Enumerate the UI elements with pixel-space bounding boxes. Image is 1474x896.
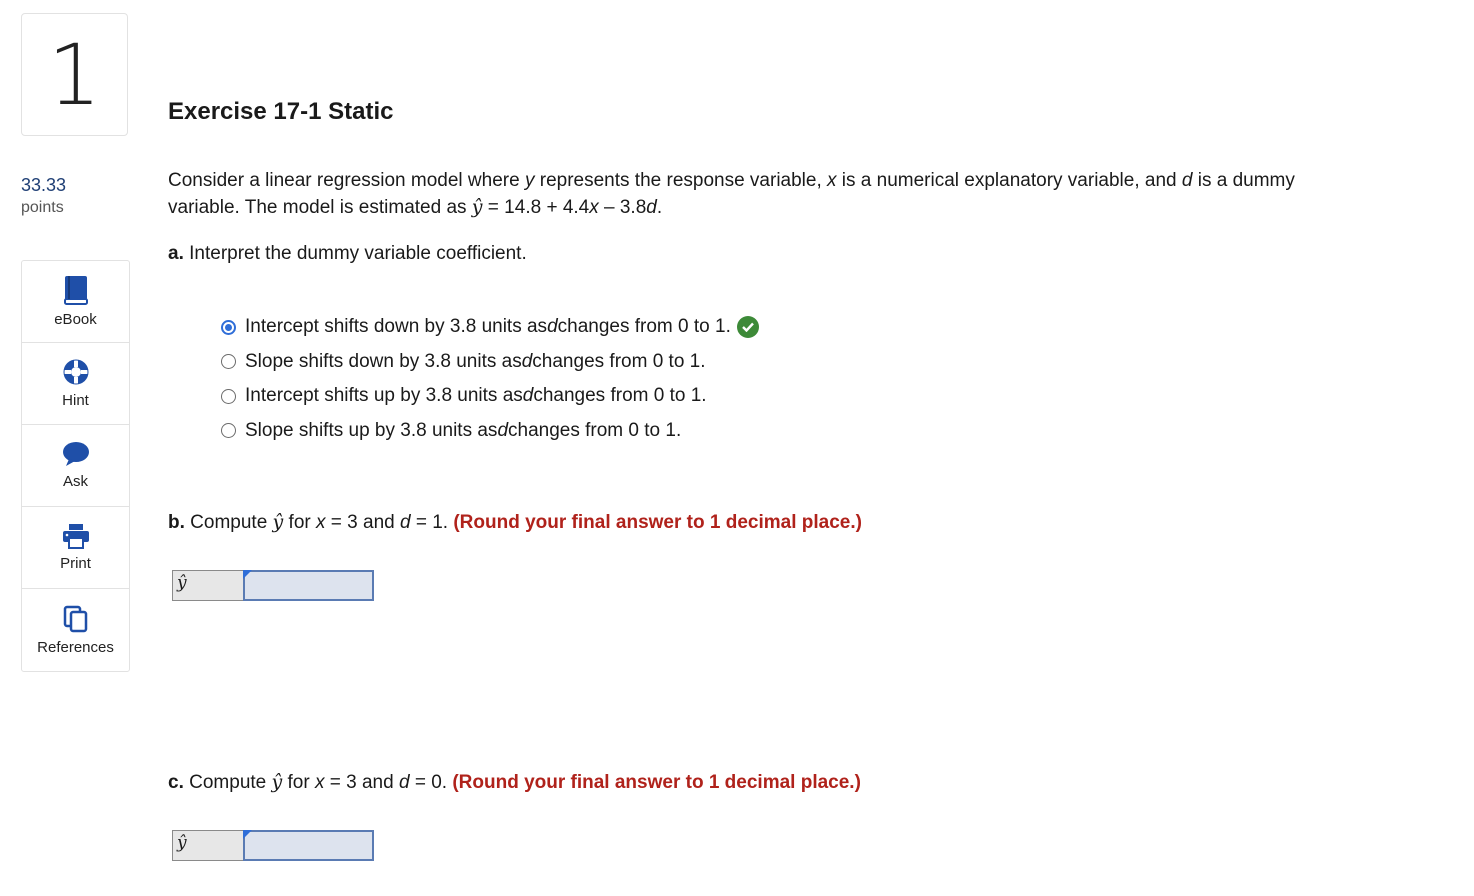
stem-equation: = 14.8 + 4.4	[482, 197, 590, 218]
input-flag-marker	[243, 830, 252, 839]
part-b-yhat: ŷ	[272, 511, 284, 533]
part-c-round-note: (Round your final answer to 1 decimal pl…	[452, 772, 861, 793]
stem-var-x: x	[827, 170, 837, 191]
part-c-answer-label: ŷ	[172, 830, 243, 861]
chat-bubble-icon	[62, 442, 89, 466]
stem-text: variable. The model is estimated as	[168, 197, 472, 218]
question-number-box: 1	[21, 13, 128, 136]
references-button[interactable]: References	[22, 589, 129, 671]
stem-equation-end: .	[656, 197, 663, 218]
option-text: Slope shifts up by 3.8 units as	[245, 419, 498, 441]
part-c-prompt: c. Compute ŷ for x = 3 and d = 0. (Round…	[168, 771, 861, 794]
points-label: points	[21, 199, 64, 216]
part-c-text: Compute	[183, 772, 272, 793]
part-b-text: Compute	[184, 512, 273, 533]
part-c-yhat: ŷ	[271, 771, 283, 793]
correct-check-icon	[736, 316, 759, 339]
part-c-label: c.	[168, 772, 184, 793]
option-text: changes from 0 to 1.	[533, 385, 707, 407]
option-var-d: d	[522, 385, 534, 407]
references-label: References	[37, 638, 114, 656]
radio-selected[interactable]	[221, 319, 236, 335]
part-b-text: = 1.	[410, 512, 454, 533]
option-var-d: d	[497, 419, 509, 441]
part-b-text: = 3 and	[325, 512, 400, 533]
option-intercept-up[interactable]: Intercept shifts up by 3.8 units as d ch…	[221, 379, 759, 414]
question-stem: Consider a linear regression model where…	[168, 168, 1428, 221]
part-c-answer-row: ŷ	[172, 830, 374, 861]
radio-unselected[interactable]	[221, 423, 236, 439]
print-button[interactable]: Print	[22, 507, 129, 589]
part-a-options: Intercept shifts down by 3.8 units as d …	[221, 310, 759, 448]
option-slope-down[interactable]: Slope shifts down by 3.8 units as d chan…	[221, 345, 759, 380]
radio-unselected[interactable]	[221, 388, 236, 404]
option-text: Slope shifts down by 3.8 units as	[245, 350, 522, 372]
input-flag-marker	[243, 570, 252, 579]
part-c-answer-input[interactable]	[243, 830, 374, 861]
part-b-answer-row: ŷ	[172, 570, 374, 601]
stem-equation-x: x	[589, 197, 599, 218]
stem-equation: – 3.8	[598, 197, 647, 218]
option-var-d: d	[521, 350, 533, 372]
points-value: 33.33	[21, 175, 67, 195]
option-intercept-down[interactable]: Intercept shifts down by 3.8 units as d …	[221, 310, 759, 345]
book-icon	[63, 276, 88, 305]
hint-button[interactable]: Hint	[22, 343, 129, 425]
part-b-label: b.	[168, 512, 185, 533]
part-c-text: = 0.	[409, 772, 453, 793]
sidebar-tools: eBook Hint Ask Print References	[21, 260, 130, 672]
hint-label: Hint	[62, 392, 89, 409]
part-a-label: a.	[168, 243, 184, 264]
option-text: Intercept shifts down by 3.8 units as	[245, 316, 548, 338]
question-number: 1	[47, 25, 102, 124]
printer-icon	[62, 524, 89, 549]
part-a-text: Interpret the dummy variable coefficient…	[183, 243, 527, 264]
part-b-text: for	[283, 512, 317, 533]
part-c-text: for	[282, 772, 315, 793]
part-b-var-x: x	[316, 512, 326, 533]
option-var-d: d	[547, 316, 558, 338]
stem-text: is a numerical explanatory variable, and	[836, 170, 1182, 191]
stem-text: is a dummy	[1192, 170, 1295, 191]
stem-yhat: ŷ	[471, 196, 483, 218]
exercise-title: Exercise 17-1 Static	[168, 98, 394, 125]
part-b-var-d: d	[400, 512, 411, 533]
part-b-round-note: (Round your final answer to 1 decimal pl…	[453, 512, 862, 533]
part-b-prompt: b. Compute ŷ for x = 3 and d = 1. (Round…	[168, 511, 862, 534]
ask-label: Ask	[62, 473, 88, 490]
option-text: changes from 0 to 1.	[557, 316, 731, 338]
stem-equation-d: d	[646, 197, 657, 218]
ebook-button[interactable]: eBook	[22, 261, 129, 343]
stem-text: represents the response variable,	[534, 170, 828, 191]
radio-unselected[interactable]	[221, 354, 236, 370]
part-c-text: = 3 and	[324, 772, 399, 793]
print-label: Print	[60, 555, 91, 572]
stem-var-d: d	[1181, 170, 1193, 191]
option-text: Intercept shifts up by 3.8 units as	[245, 385, 523, 407]
lifebuoy-icon	[63, 359, 88, 385]
part-b-answer-label: ŷ	[172, 570, 243, 601]
option-text: changes from 0 to 1.	[508, 419, 682, 441]
stem-text: Consider a linear regression model where	[168, 170, 525, 191]
part-c-var-d: d	[398, 772, 410, 793]
ask-button[interactable]: Ask	[22, 425, 129, 507]
copy-documents-icon	[63, 605, 87, 632]
ebook-label: eBook	[54, 311, 97, 328]
option-slope-up[interactable]: Slope shifts up by 3.8 units as d change…	[221, 414, 759, 449]
part-b-answer-input[interactable]	[243, 570, 374, 601]
part-a-prompt: a. Interpret the dummy variable coeffici…	[168, 243, 527, 265]
option-text: changes from 0 to 1.	[532, 350, 706, 372]
